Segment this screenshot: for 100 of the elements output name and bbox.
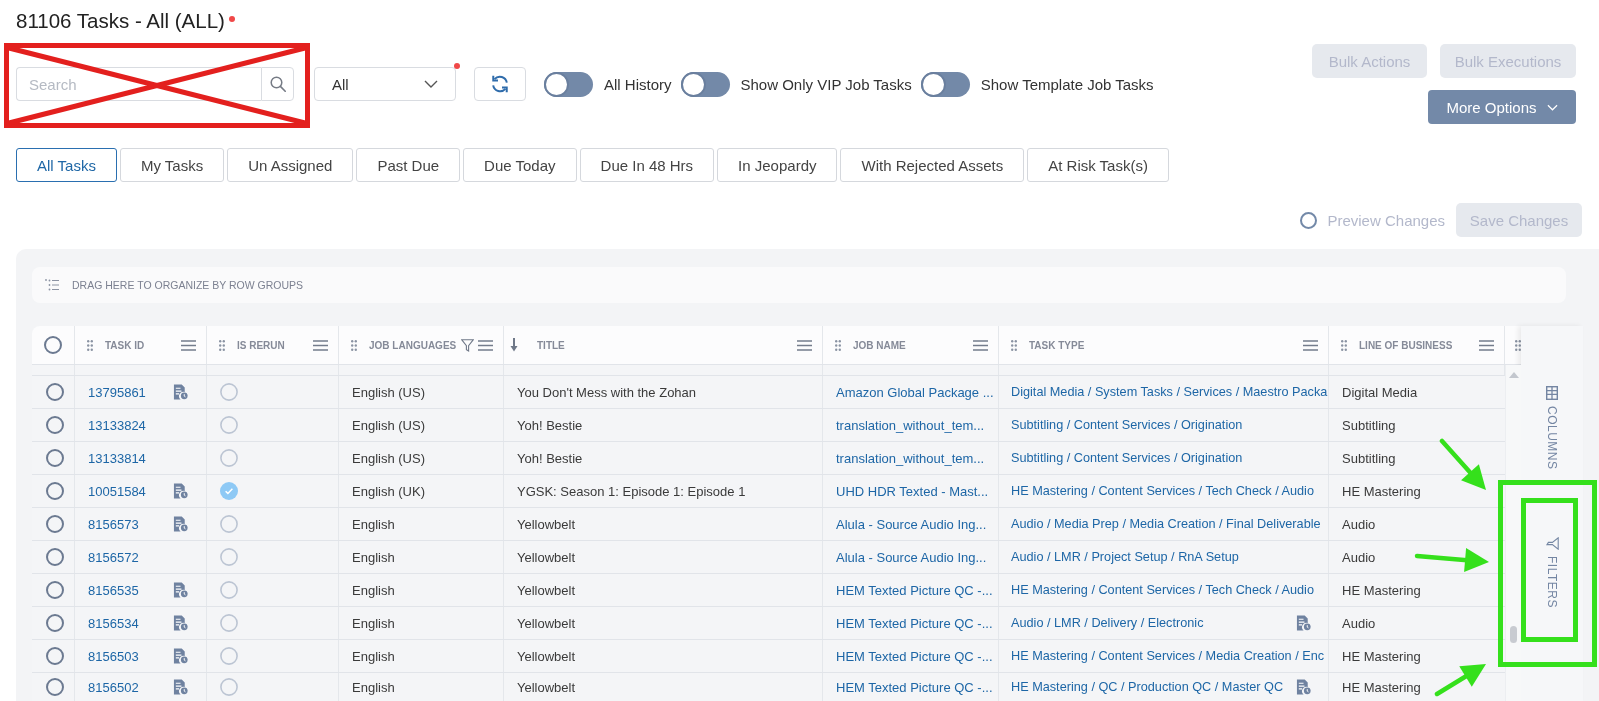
scrollbar-thumb[interactable] (1510, 626, 1517, 643)
search-button[interactable] (261, 67, 294, 101)
row-radio-button[interactable] (45, 548, 64, 566)
job-name-link[interactable]: HEM Texted Picture QC -... (836, 615, 993, 631)
column-menu-icon[interactable] (313, 339, 328, 351)
row-radio-button[interactable] (45, 383, 64, 401)
scope-dropdown[interactable]: All (314, 67, 456, 101)
row-group-drop-zone[interactable]: DRAG HERE TO ORGANIZE BY ROW GROUPS (32, 267, 1566, 303)
document-icon[interactable] (1296, 615, 1311, 631)
refresh-icon (490, 74, 510, 94)
document-icon[interactable] (173, 582, 188, 598)
table-cell: Subtitling (1342, 417, 1396, 433)
task-id-link[interactable]: 10051584 (88, 483, 146, 499)
filter-icon[interactable] (461, 338, 474, 352)
job-name-link[interactable]: translation_without_tem... (836, 417, 985, 433)
column-header[interactable]: TITLE (537, 339, 797, 351)
grip-icon[interactable] (1341, 339, 1347, 351)
row-radio-button[interactable] (45, 515, 64, 533)
job-name-link[interactable]: Alula - Source Audio Ing... (836, 549, 987, 565)
job-name-link[interactable]: HEM Texted Picture QC -... (836, 582, 993, 598)
refresh-button[interactable] (474, 67, 526, 101)
grip-icon[interactable] (835, 339, 841, 351)
filter-tab[interactable]: All Tasks (16, 148, 117, 182)
table-cell: HE Mastering (1342, 679, 1421, 695)
column-header[interactable]: TASK ID (105, 339, 181, 351)
toggle-label: Show Only VIP Job Tasks (740, 75, 912, 93)
row-radio-button[interactable] (45, 416, 64, 434)
job-name-link[interactable]: HEM Texted Picture QC -... (836, 679, 993, 695)
filter-tab[interactable]: Un Assigned (227, 148, 354, 182)
table-cell: Yellowbelt (517, 549, 576, 565)
task-id-link[interactable]: 8156572 (88, 549, 139, 565)
task-id-link[interactable]: 13133814 (88, 450, 146, 466)
task-id-link[interactable]: 8156502 (88, 679, 139, 695)
document-icon[interactable] (173, 679, 188, 695)
toggle-switch[interactable] (680, 71, 730, 97)
document-icon[interactable] (173, 384, 188, 400)
column-header[interactable]: JOB LANGUAGES (369, 339, 461, 351)
task-id-link[interactable]: 13133824 (88, 417, 146, 433)
task-type-link[interactable]: HE Mastering / Content Services / Tech Check / Audio (1011, 484, 1314, 498)
document-icon[interactable] (173, 516, 188, 532)
task-id-link[interactable]: 13795861 (88, 384, 146, 400)
filter-tab[interactable]: With Rejected Assets (840, 148, 1025, 182)
column-header[interactable]: LINE OF BUSINESS (1359, 339, 1479, 351)
column-menu-icon[interactable] (797, 339, 812, 351)
row-radio-button[interactable] (45, 614, 64, 632)
toggle-switch[interactable] (920, 71, 970, 97)
task-type-link[interactable]: Subtitling / Content Services / Origination (1011, 418, 1243, 432)
document-icon[interactable] (173, 648, 188, 664)
task-id-link[interactable]: 8156534 (88, 615, 139, 631)
job-name-link[interactable]: HEM Texted Picture QC -... (836, 648, 993, 664)
row-radio-button[interactable] (45, 449, 64, 467)
job-name-link[interactable]: UHD HDR Texted - Mast... (836, 483, 989, 499)
grip-icon[interactable] (1515, 339, 1521, 351)
column-menu-icon[interactable] (1303, 339, 1318, 351)
task-id-link[interactable]: 8156535 (88, 582, 139, 598)
filter-tab[interactable]: In Jeopardy (717, 148, 838, 182)
sort-arrow-icon[interactable] (510, 338, 518, 352)
column-menu-icon[interactable] (181, 339, 196, 351)
task-type-link[interactable]: HE Mastering / Content Services / Media Creation / Enc (1011, 649, 1325, 663)
task-type-link[interactable]: Audio / LMR / Delivery / Electronic (1011, 616, 1204, 630)
filter-tab[interactable]: Due In 48 Hrs (579, 148, 715, 182)
task-type-link[interactable]: Audio / Media Prep / Media Creation / Final Deliverable (1011, 517, 1321, 531)
select-all-radio[interactable] (44, 336, 62, 354)
column-menu-icon[interactable] (973, 339, 988, 351)
task-id-link[interactable]: 8156503 (88, 648, 139, 664)
task-type-link[interactable]: HE Mastering / QC / Production QC / Master QC (1011, 680, 1284, 694)
row-radio-button[interactable] (45, 678, 64, 696)
task-type-link[interactable]: HE Mastering / Content Services / Tech Check / Audio (1011, 583, 1314, 597)
task-id-link[interactable]: 8156573 (88, 516, 139, 532)
document-icon[interactable] (173, 615, 188, 631)
task-type-link[interactable]: Subtitling / Content Services / Origination (1011, 451, 1243, 465)
table-cell: Audio (1342, 615, 1376, 631)
task-type-link[interactable]: Digital Media / System Tasks / Services / Maestro Packa (1011, 385, 1328, 399)
column-menu-icon[interactable] (1479, 339, 1494, 351)
column-header[interactable]: IS RERUN (237, 339, 313, 351)
more-options-button[interactable]: More Options (1428, 90, 1576, 124)
grip-icon[interactable] (351, 339, 357, 351)
job-name-link[interactable]: Amazon Global Package ... (836, 384, 994, 400)
filter-tab[interactable]: Past Due (356, 148, 461, 182)
job-name-link[interactable]: translation_without_tem... (836, 450, 985, 466)
row-radio-button[interactable] (45, 581, 64, 599)
grip-icon[interactable] (1011, 339, 1017, 351)
grip-icon[interactable] (219, 339, 225, 351)
grip-icon[interactable] (87, 339, 93, 351)
filter-tab[interactable]: At Risk Task(s) (1027, 148, 1169, 182)
job-name-link[interactable]: Alula - Source Audio Ing... (836, 516, 987, 532)
row-radio-button[interactable] (45, 647, 64, 665)
filter-tab[interactable]: My Tasks (119, 148, 225, 182)
document-icon[interactable] (1296, 679, 1311, 695)
side-panel-tab[interactable]: COLUMNS (1532, 386, 1572, 470)
toggle-switch[interactable] (544, 71, 593, 97)
document-icon[interactable] (173, 483, 188, 499)
filter-tab[interactable]: Due Today (463, 148, 577, 182)
column-header[interactable]: JOB NAME (853, 339, 973, 351)
scrollbar-track[interactable] (1505, 365, 1521, 701)
column-menu-icon[interactable] (478, 339, 493, 351)
task-type-link[interactable]: Audio / LMR / Project Setup / RnA Setup (1011, 550, 1239, 564)
table-cell: English (US) (352, 450, 425, 466)
column-header[interactable]: TASK TYPE (1029, 339, 1303, 351)
row-radio-button[interactable] (45, 482, 64, 500)
